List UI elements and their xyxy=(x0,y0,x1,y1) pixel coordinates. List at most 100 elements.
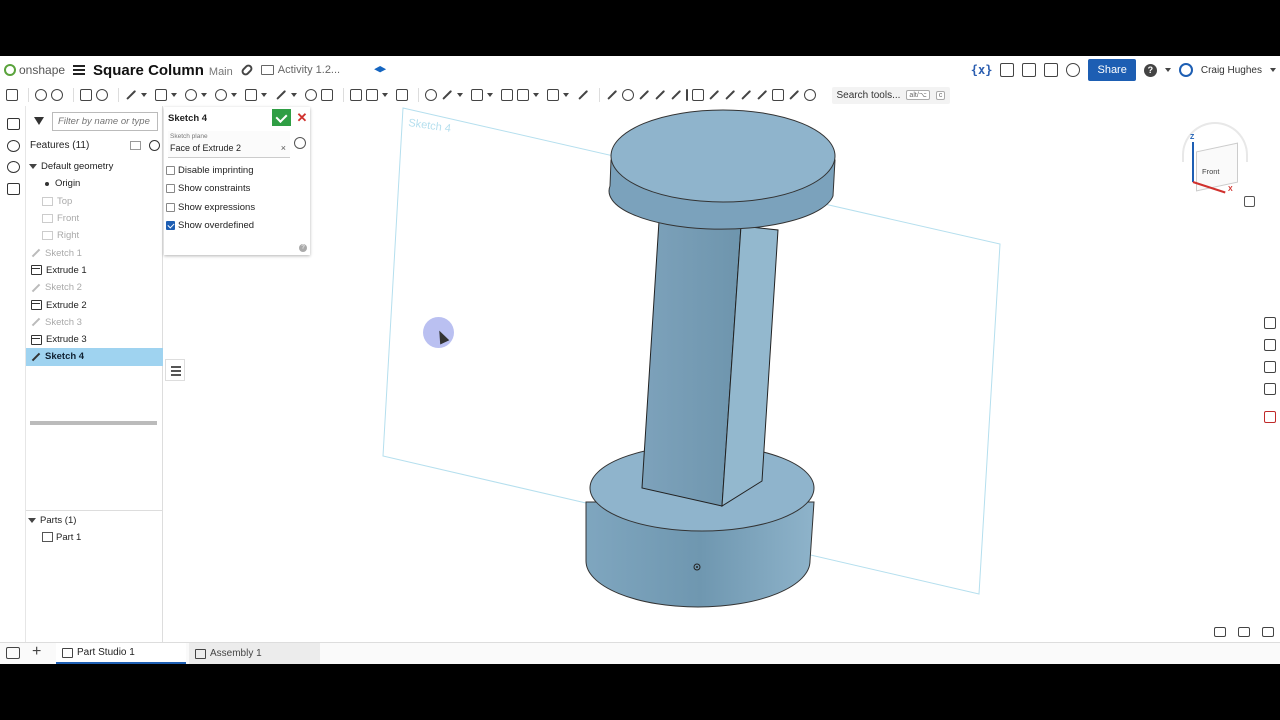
education-icon[interactable] xyxy=(374,66,387,73)
named-views-icon[interactable] xyxy=(1264,383,1276,395)
normal-icon[interactable] xyxy=(740,90,751,100)
section-view-icon[interactable] xyxy=(1238,627,1250,637)
sketch-plane-field[interactable]: Sketch plane Face of Extrude 2 × xyxy=(168,131,290,158)
redo-icon[interactable] xyxy=(51,89,63,101)
tree-item-right[interactable]: Right xyxy=(26,227,163,244)
search-tools-input[interactable]: Search tools... alt/⌥ c xyxy=(831,86,951,104)
symmetric-icon[interactable] xyxy=(771,89,784,101)
app-store-icon[interactable] xyxy=(1044,63,1059,77)
document-title[interactable]: Square Column xyxy=(93,62,204,79)
tab-part-studio-1[interactable]: Part Studio 1 xyxy=(56,643,186,664)
pierce-icon[interactable] xyxy=(756,90,767,100)
offset-tool-icon[interactable] xyxy=(471,89,483,101)
use-tool-icon[interactable] xyxy=(366,89,378,101)
mass-properties-icon[interactable] xyxy=(1264,339,1276,351)
feature-filter-input[interactable] xyxy=(52,112,158,131)
view-cube[interactable]: Front Z X xyxy=(1170,122,1274,232)
help-icon[interactable]: ? xyxy=(299,244,307,252)
arc-tool-icon[interactable] xyxy=(215,89,227,101)
fix-icon[interactable] xyxy=(788,90,799,100)
front-face-label[interactable]: Front xyxy=(1202,167,1220,176)
tree-item-sketch-1[interactable]: Sketch 1 xyxy=(26,244,163,261)
checkbox-icon[interactable] xyxy=(166,166,175,175)
collapse-all-icon[interactable] xyxy=(130,140,141,150)
tab-assembly-1[interactable]: Assembly 1 xyxy=(189,643,320,664)
comments-icon[interactable] xyxy=(1000,63,1015,77)
spline-tool-icon[interactable] xyxy=(276,90,286,100)
pattern-tool-icon[interactable] xyxy=(517,89,529,101)
sketch-icon[interactable] xyxy=(80,89,92,101)
tree-item-sketch-2[interactable]: Sketch 2 xyxy=(26,279,163,296)
show-expressions-checkbox[interactable]: Show expressions xyxy=(166,202,255,213)
midpoint-icon[interactable] xyxy=(724,90,735,100)
dimension-tool-icon[interactable] xyxy=(396,89,408,101)
view-options-icon[interactable] xyxy=(1244,196,1255,207)
checkbox-icon[interactable] xyxy=(166,184,175,193)
concentric-icon[interactable] xyxy=(622,89,634,101)
variables-icon[interactable]: {x} xyxy=(971,63,993,77)
user-menu-chevron-icon[interactable] xyxy=(1270,68,1276,72)
learning-center-icon[interactable] xyxy=(1066,63,1081,77)
clear-selection-icon[interactable]: × xyxy=(281,143,286,153)
cancel-close-button[interactable]: ✕ xyxy=(295,109,309,126)
disable-imprinting-checkbox[interactable]: Disable imprinting xyxy=(166,165,254,176)
main-menu-icon[interactable] xyxy=(73,65,86,75)
mirror-tool-icon[interactable] xyxy=(501,89,513,101)
parallel-icon[interactable] xyxy=(639,90,649,100)
feature-list-toggle-icon[interactable] xyxy=(6,89,18,101)
perpendicular-icon[interactable] xyxy=(691,89,704,101)
expand-triangle-icon[interactable] xyxy=(29,164,37,170)
rectangle-tool-icon[interactable] xyxy=(155,89,167,101)
tree-item-sketch-3[interactable]: Sketch 3 xyxy=(26,314,163,331)
tangent-icon[interactable] xyxy=(655,90,665,100)
point-tool-icon[interactable] xyxy=(305,89,317,101)
feature-list-toggle-button[interactable] xyxy=(165,359,185,381)
undo-icon[interactable] xyxy=(35,89,47,101)
history-clock-icon[interactable] xyxy=(294,137,306,149)
folder-label[interactable]: Activity 1.2... xyxy=(278,64,340,76)
equal-icon[interactable] xyxy=(708,90,719,100)
rollback-clock-icon[interactable] xyxy=(149,139,160,151)
accept-checkmark-button[interactable] xyxy=(272,109,291,126)
line-tool-icon[interactable] xyxy=(126,90,136,100)
revolve-icon[interactable] xyxy=(96,89,108,101)
tree-item-extrude-2[interactable]: Extrude 2 xyxy=(26,296,163,313)
text-tool-icon[interactable] xyxy=(350,89,362,101)
tree-item-default-geometry[interactable]: Default geometry xyxy=(26,158,163,175)
tree-item-front[interactable]: Front xyxy=(26,210,163,227)
trim-tool-icon[interactable] xyxy=(442,90,452,100)
show-overdefined-checkbox[interactable]: Show overdefined xyxy=(166,220,254,231)
curvature-icon[interactable] xyxy=(803,89,816,101)
appearance-icon[interactable] xyxy=(1264,317,1276,329)
properties-icon[interactable] xyxy=(7,183,20,195)
help-icon[interactable]: ? xyxy=(1143,63,1157,77)
transform-tool-icon[interactable] xyxy=(547,89,559,101)
vertical-icon[interactable] xyxy=(686,89,688,101)
tab-manager-icon[interactable] xyxy=(6,647,20,659)
folder-icon[interactable] xyxy=(260,65,274,75)
rollback-bar[interactable] xyxy=(30,421,157,425)
render-mode-icon[interactable] xyxy=(1214,627,1226,637)
help-dropdown-icon[interactable] xyxy=(1164,68,1171,72)
tree-item-extrude-1[interactable]: Extrude 1 xyxy=(26,262,163,279)
checkbox-checked-icon[interactable] xyxy=(166,221,175,230)
parts-header[interactable]: Parts (1) xyxy=(28,512,76,528)
checkbox-icon[interactable] xyxy=(166,203,175,212)
feature-tree-icon[interactable] xyxy=(7,118,20,130)
tree-item-origin[interactable]: Origin xyxy=(26,175,163,192)
circle-tool-icon[interactable] xyxy=(185,89,197,101)
variable-studio-icon[interactable] xyxy=(1264,411,1276,423)
onshape-logo[interactable]: onshape xyxy=(4,63,65,77)
filter-icon[interactable] xyxy=(34,117,44,127)
add-tab-icon[interactable]: + xyxy=(32,643,41,661)
user-avatar[interactable] xyxy=(1178,63,1193,77)
branch-label[interactable]: Main xyxy=(209,66,233,78)
part-list-item[interactable]: Part 1 xyxy=(42,529,81,545)
user-name[interactable]: Craig Hughes xyxy=(1201,65,1262,76)
horizontal-icon[interactable] xyxy=(671,90,681,100)
link-icon[interactable] xyxy=(239,62,254,78)
fillet-tool-icon[interactable] xyxy=(425,89,437,101)
share-button[interactable]: Share xyxy=(1088,59,1136,81)
measure-icon[interactable] xyxy=(1262,627,1274,637)
slot-tool-icon[interactable] xyxy=(578,90,588,100)
